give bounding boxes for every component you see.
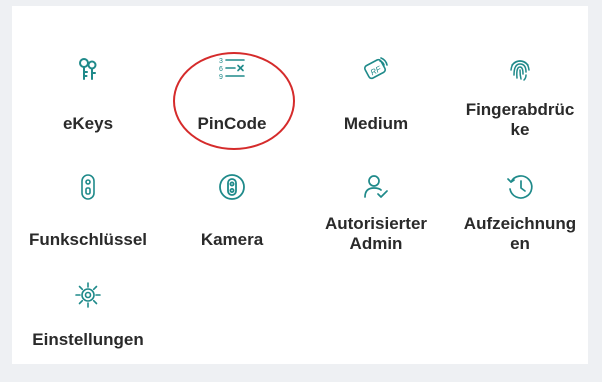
tile-kamera[interactable]: Kamera xyxy=(160,156,304,266)
tile-label: Medium xyxy=(343,114,409,133)
tile-label: Kamera xyxy=(200,230,264,249)
tile-funkschluessel[interactable]: Funkschlüssel xyxy=(16,156,160,266)
tile-label: Einstellungen xyxy=(32,330,144,349)
remote-key-icon xyxy=(71,170,105,204)
tile-label: Aufzeichnung en xyxy=(463,214,577,253)
tile-medium[interactable]: RF Medium xyxy=(304,38,448,148)
settings-gear-icon xyxy=(71,278,105,312)
tile-label: Funkschlüssel xyxy=(28,230,148,249)
fingerprint-icon xyxy=(503,52,537,86)
tile-label: PinCode xyxy=(197,114,267,133)
svg-text:6: 6 xyxy=(219,66,223,73)
admin-user-icon xyxy=(359,170,393,204)
tile-label: Fingerabdrüc ke xyxy=(465,100,575,139)
history-clock-icon xyxy=(503,170,537,204)
tile-einstellungen[interactable]: Einstellungen xyxy=(16,272,160,382)
tile-pincode[interactable]: 3 6 9 PinCode xyxy=(160,38,304,148)
pin-list-icon: 3 6 9 xyxy=(215,52,249,86)
keys-icon xyxy=(71,52,105,86)
svg-text:9: 9 xyxy=(219,74,223,81)
camera-icon xyxy=(215,170,249,204)
svg-text:3: 3 xyxy=(219,58,223,65)
svg-text:RF: RF xyxy=(369,64,384,77)
tile-fingerprint[interactable]: Fingerabdrüc ke xyxy=(448,38,592,148)
tile-authorized-admin[interactable]: Autorisierter Admin xyxy=(304,156,448,266)
tile-label: eKeys xyxy=(62,114,114,133)
tile-aufzeichnungen[interactable]: Aufzeichnung en xyxy=(448,156,592,266)
tile-ekeys[interactable]: eKeys xyxy=(16,38,160,148)
tile-label: Autorisierter Admin xyxy=(324,214,428,253)
rf-card-icon: RF xyxy=(359,52,393,86)
feature-grid: eKeys 3 6 9 PinCode RF Medium Fingerabdr… xyxy=(12,6,588,364)
